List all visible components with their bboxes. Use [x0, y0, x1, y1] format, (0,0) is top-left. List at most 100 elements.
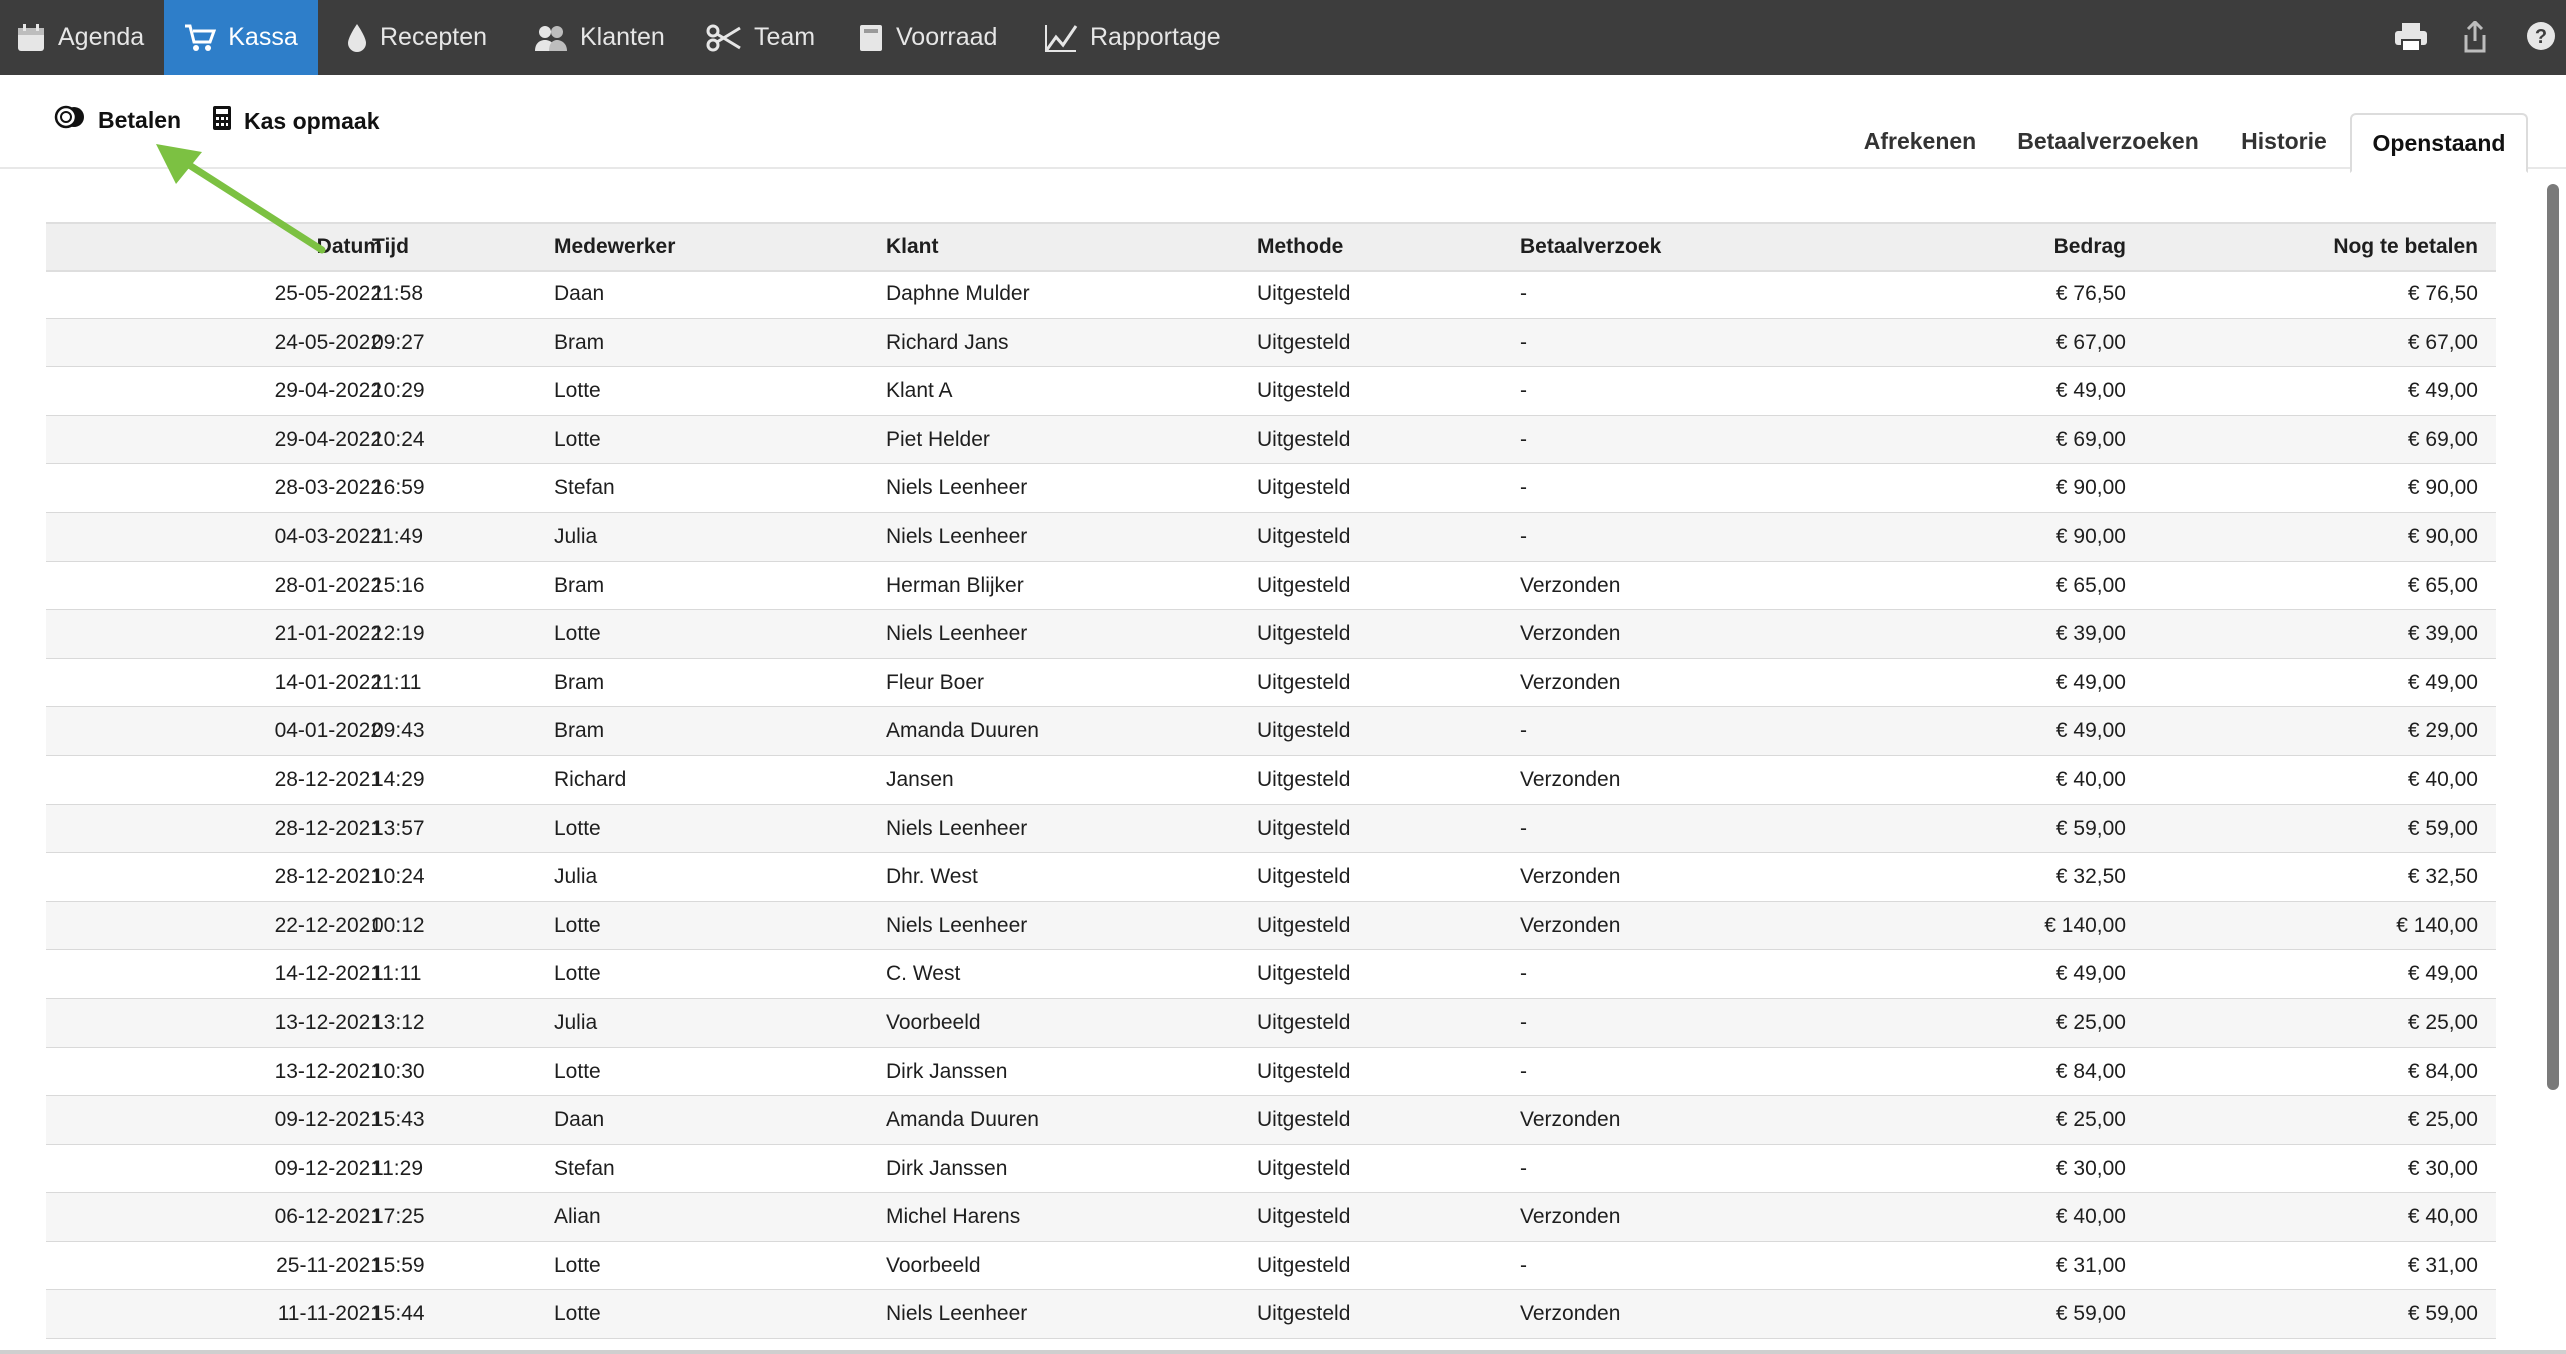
scissors-icon	[706, 23, 742, 53]
tab-historie[interactable]: Historie	[2222, 115, 2346, 167]
cell-klant: Fleur Boer	[886, 670, 985, 694]
nav-recepten[interactable]: Recepten	[346, 0, 487, 75]
col-betaalverzoek[interactable]: Betaalverzoek	[1520, 235, 1661, 259]
cell-klant: Piet Helder	[886, 427, 990, 451]
col-tijd[interactable]: Tijd	[372, 235, 409, 259]
table-row[interactable]: 06-12-2021 17:25 Alian Michel Harens Uitgest…	[46, 1193, 2496, 1242]
table-row[interactable]: 04-03-2022 11:49 Julia Niels Leenheer Uitges…	[46, 512, 2496, 562]
sub-toolbar: Betalen Kas opmaak Afrekenen Betaalverzo…	[0, 75, 2566, 173]
cell-klant: Dirk Janssen	[886, 1059, 1008, 1083]
cell-nog-te-betalen: € 39,00	[2407, 622, 2478, 646]
cell-datum: 09-12-2021	[274, 1108, 382, 1132]
cell-datum: 14-01-2022	[274, 670, 382, 694]
cell-betaalverzoek: -	[1520, 1059, 1527, 1083]
cell-bedrag: € 32,50	[2055, 865, 2126, 889]
table-row[interactable]: 13-12-2021 10:30 Lotte Dirk Janssen Uitgeste…	[46, 1048, 2496, 1097]
cell-methode: Uitgesteld	[1257, 330, 1351, 354]
cell-klant: Niels Leenheer	[886, 524, 1028, 548]
table-row[interactable]: 09-12-2021 11:29 Stefan Dirk Janssen Uitgest…	[46, 1145, 2496, 1194]
print-icon[interactable]	[2394, 21, 2428, 58]
cell-tijd: 11:11	[372, 962, 422, 986]
col-klant[interactable]: Klant	[886, 235, 939, 259]
cell-datum: 06-12-2021	[274, 1205, 382, 1229]
cell-tijd: 11:49	[372, 524, 423, 548]
cell-tijd: 00:12	[372, 913, 425, 937]
tab-openstaand[interactable]: Openstaand	[2350, 113, 2528, 173]
table-row[interactable]: 14-12-2021 11:11 Lotte C. West Uitgesteld - € …	[46, 950, 2496, 999]
table-row[interactable]: 29-04-2022 10:24 Lotte Piet Helder Uitgestel…	[46, 415, 2496, 465]
table-row[interactable]: 11-11-2021 15:44 Lotte Niels Leenheer Uitges…	[46, 1290, 2496, 1340]
cell-nog-te-betalen: € 30,00	[2407, 1156, 2478, 1180]
cell-nog-te-betalen: € 90,00	[2407, 476, 2478, 500]
nav-klanten[interactable]: Klanten	[534, 0, 665, 75]
tab-afrekenen[interactable]: Afrekenen	[1846, 115, 1994, 167]
table-row[interactable]: 28-01-2022 15:16 Bram Herman Blijker Uitgest…	[46, 562, 2496, 611]
nav-label: Voorraad	[896, 23, 998, 51]
cell-medewerker: Daan	[554, 1108, 605, 1132]
nav-rapportage[interactable]: Rapportage	[1044, 0, 1221, 75]
cell-tijd: 13:12	[372, 1010, 425, 1034]
share-icon[interactable]	[2462, 19, 2488, 58]
table-row[interactable]: 28-12-2021 14:29 Richard Jansen Uitgesteld Ve…	[46, 756, 2496, 805]
cell-bedrag: € 76,50	[2055, 282, 2126, 305]
cell-bedrag: € 59,00	[2055, 1302, 2126, 1326]
col-bedrag[interactable]: Bedrag	[2054, 235, 2126, 259]
drop-icon	[346, 23, 368, 53]
table-row[interactable]: 13-12-2021 13:12 Julia Voorbeeld Uitgesteld -…	[46, 998, 2496, 1048]
cell-tijd: 13:57	[372, 816, 425, 840]
cell-nog-te-betalen: € 59,00	[2407, 816, 2478, 840]
cell-datum: 04-01-2022	[274, 719, 382, 743]
betalen-label: Betalen	[98, 106, 182, 133]
cell-betaalverzoek: -	[1520, 476, 1527, 500]
col-medewerker[interactable]: Medewerker	[554, 235, 675, 259]
help-icon[interactable]: ?	[2526, 21, 2556, 56]
cell-klant: Amanda Duuren	[886, 1108, 1039, 1132]
cell-datum: 22-12-2021	[274, 913, 382, 937]
cell-medewerker: Lotte	[554, 962, 601, 986]
nav-team[interactable]: Team	[706, 0, 815, 75]
table-row[interactable]: 09-12-2021 15:43 Daan Amanda Duuren Uitgeste…	[46, 1096, 2496, 1145]
table-row[interactable]: 04-01-2022 09:43 Bram Amanda Duuren Uitgeste…	[46, 707, 2496, 756]
table-row[interactable]: 28-03-2022 16:59 Stefan Niels Leenheer Uitge…	[46, 464, 2496, 513]
betalen-button[interactable]: Betalen	[54, 105, 181, 135]
vertical-scrollbar[interactable]	[2547, 184, 2559, 1090]
tab-betaalverzoeken[interactable]: Betaalverzoeken	[2008, 115, 2208, 167]
cell-tijd: 11:58	[372, 282, 423, 305]
table-row[interactable]: 28-12-2021 10:24 Julia Dhr. West Uitgesteld V…	[46, 853, 2496, 902]
cell-betaalverzoek: Verzonden	[1520, 767, 1621, 791]
table-row[interactable]: 14-01-2022 11:11 Bram Fleur Boer Uitgesteld V…	[46, 659, 2496, 708]
table-row[interactable]: 22-12-2021 00:12 Lotte Niels Leenheer Uitges…	[46, 901, 2496, 951]
col-methode[interactable]: Methode	[1257, 235, 1343, 259]
users-icon	[534, 23, 568, 53]
cell-bedrag: € 40,00	[2055, 767, 2126, 791]
cell-datum: 25-11-2021	[276, 1253, 382, 1277]
nav-kassa[interactable]: Kassa	[164, 0, 318, 75]
table-row[interactable]: 25-05-2022 11:58 Daan Daphne Mulder Uitgeste…	[46, 270, 2496, 319]
col-nog-te-betalen[interactable]: Nog te betalen	[2333, 235, 2478, 259]
cell-bedrag: € 40,00	[2055, 1205, 2126, 1229]
nav-voorraad[interactable]: Voorraad	[858, 0, 997, 75]
cell-methode: Uitgesteld	[1257, 1108, 1351, 1132]
cell-klant: Niels Leenheer	[886, 622, 1028, 646]
cell-datum: 28-12-2021	[274, 767, 382, 791]
nav-label: Team	[754, 23, 816, 51]
cell-medewerker: Stefan	[554, 476, 615, 500]
cell-medewerker: Lotte	[554, 622, 601, 646]
table-row[interactable]: 21-01-2022 12:19 Lotte Niels Leenheer Uitges…	[46, 610, 2496, 659]
cell-medewerker: Lotte	[554, 427, 601, 451]
nav-agenda[interactable]: Agenda	[16, 0, 164, 75]
top-navigation: Agenda Kassa Recepten Klanten Team Voorr…	[0, 0, 2566, 75]
cell-tijd: 12:19	[372, 622, 425, 646]
cell-klant: Daphne Mulder	[886, 282, 1030, 305]
table-row[interactable]: 24-05-2022 09:27 Bram Richard Jans Uitgestel…	[46, 318, 2496, 368]
table-row[interactable]: 29-04-2022 10:29 Lotte Klant A Uitgesteld - € …	[46, 367, 2496, 416]
kas-opmaak-button[interactable]: Kas opmaak	[212, 105, 380, 137]
table-row[interactable]: 28-12-2021 13:57 Lotte Niels Leenheer Uitges…	[46, 804, 2496, 854]
cell-methode: Uitgesteld	[1257, 670, 1351, 694]
cell-tijd: 16:59	[372, 476, 425, 500]
cell-betaalverzoek: -	[1520, 1010, 1527, 1034]
cell-nog-te-betalen: € 49,00	[2407, 670, 2478, 694]
table-row[interactable]: 25-11-2021 15:59 Lotte Voorbeeld Uitgesteld -…	[46, 1242, 2496, 1291]
cell-medewerker: Alian	[554, 1205, 601, 1229]
cell-betaalverzoek: -	[1520, 1253, 1527, 1277]
